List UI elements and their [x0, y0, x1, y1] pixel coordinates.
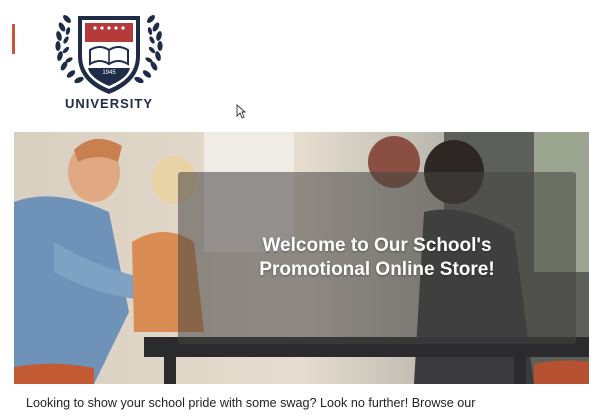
mouse-cursor-icon [236, 104, 246, 119]
logo-wordmark: UNIVERSITY [64, 96, 153, 111]
hero-banner: Welcome to Our School's Promotional Onli… [14, 132, 589, 384]
intro-text: Looking to show your school pride with s… [26, 396, 476, 410]
welcome-overlay: Welcome to Our School's Promotional Onli… [178, 172, 576, 344]
accent-bar [12, 24, 15, 54]
hero-headline: Welcome to Our School's Promotional Onli… [259, 235, 495, 280]
university-crest-icon [55, 15, 163, 94]
crest-year: 1945 [102, 70, 116, 76]
